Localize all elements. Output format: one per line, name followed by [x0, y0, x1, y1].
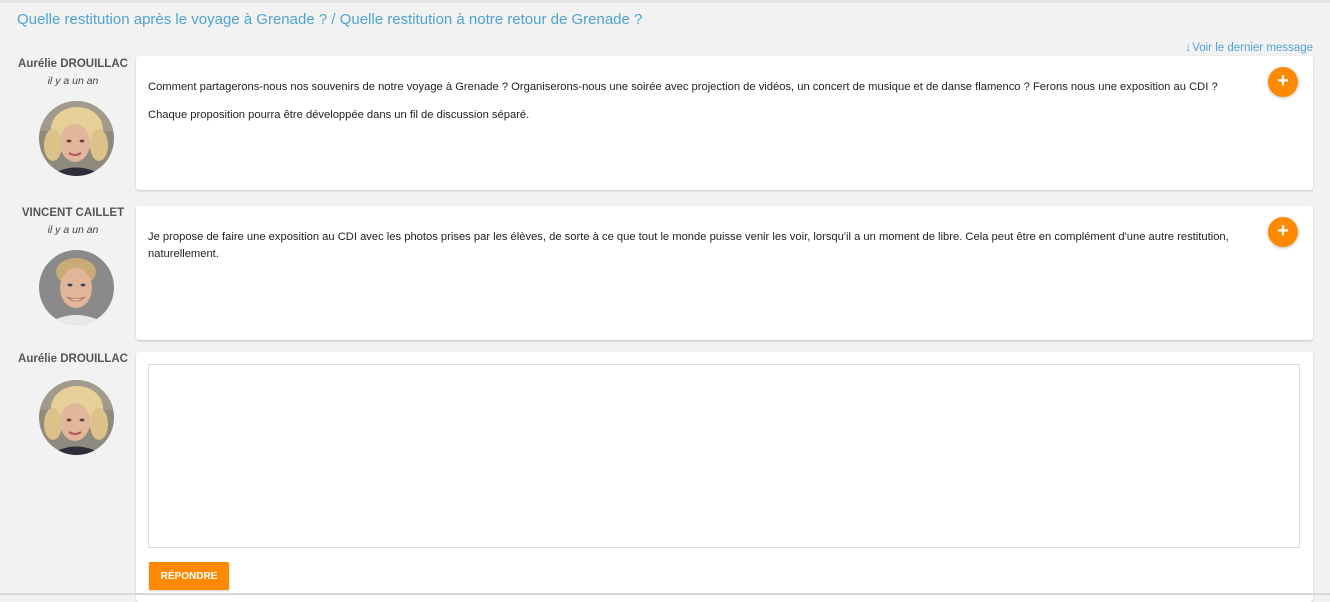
- author-name: Aurélie DROUILLAC: [18, 353, 128, 365]
- message-timestamp: il y a un an: [47, 224, 99, 236]
- message-paragraph: Comment partagerons-nous nos souvenirs d…: [148, 81, 1218, 93]
- avatar: [39, 250, 114, 325]
- last-message-label: Voir le dernier message: [1192, 42, 1313, 54]
- last-message-link[interactable]: ↓Voir le dernier message: [1185, 40, 1313, 54]
- message-timestamp: il y a un an: [47, 75, 99, 87]
- message-card: Comment partagerons-nous nos souvenirs d…: [136, 56, 1313, 190]
- message-author-block: VINCENT CAILLET il y a un an: [8, 207, 138, 236]
- add-button[interactable]: +: [1268, 217, 1298, 247]
- reply-button[interactable]: RÉPONDRE: [149, 562, 229, 590]
- avatar-woman-icon: [39, 380, 114, 455]
- reply-textarea[interactable]: [148, 364, 1300, 548]
- page-title: Quelle restitution après le voyage à Gre…: [17, 11, 643, 28]
- message-body: Comment partagerons-nous nos souvenirs d…: [136, 56, 1313, 124]
- reply-card: RÉPONDRE: [136, 352, 1313, 602]
- author-name: VINCENT CAILLET: [21, 207, 125, 219]
- plus-icon: +: [1277, 70, 1289, 92]
- avatar-woman-icon: [39, 101, 114, 176]
- message-paragraph: Je propose de faire une exposition au CD…: [148, 231, 1229, 260]
- reply-author-block: Aurélie DROUILLAC: [8, 353, 138, 365]
- message-author-block: Aurélie DROUILLAC il y a un an: [8, 58, 138, 87]
- avatar: [39, 101, 114, 176]
- avatar: [39, 380, 114, 455]
- author-name: Aurélie DROUILLAC: [18, 58, 128, 70]
- plus-icon: +: [1277, 220, 1289, 242]
- avatar-man-icon: [39, 250, 114, 325]
- message-body: Je propose de faire une exposition au CD…: [136, 206, 1313, 263]
- message-paragraph: Chaque proposition pourra être développé…: [148, 109, 530, 121]
- arrow-down-icon: ↓: [1185, 40, 1192, 54]
- top-divider: [0, 0, 1330, 3]
- message-card: Je propose de faire une exposition au CD…: [136, 206, 1313, 340]
- add-button[interactable]: +: [1268, 67, 1298, 97]
